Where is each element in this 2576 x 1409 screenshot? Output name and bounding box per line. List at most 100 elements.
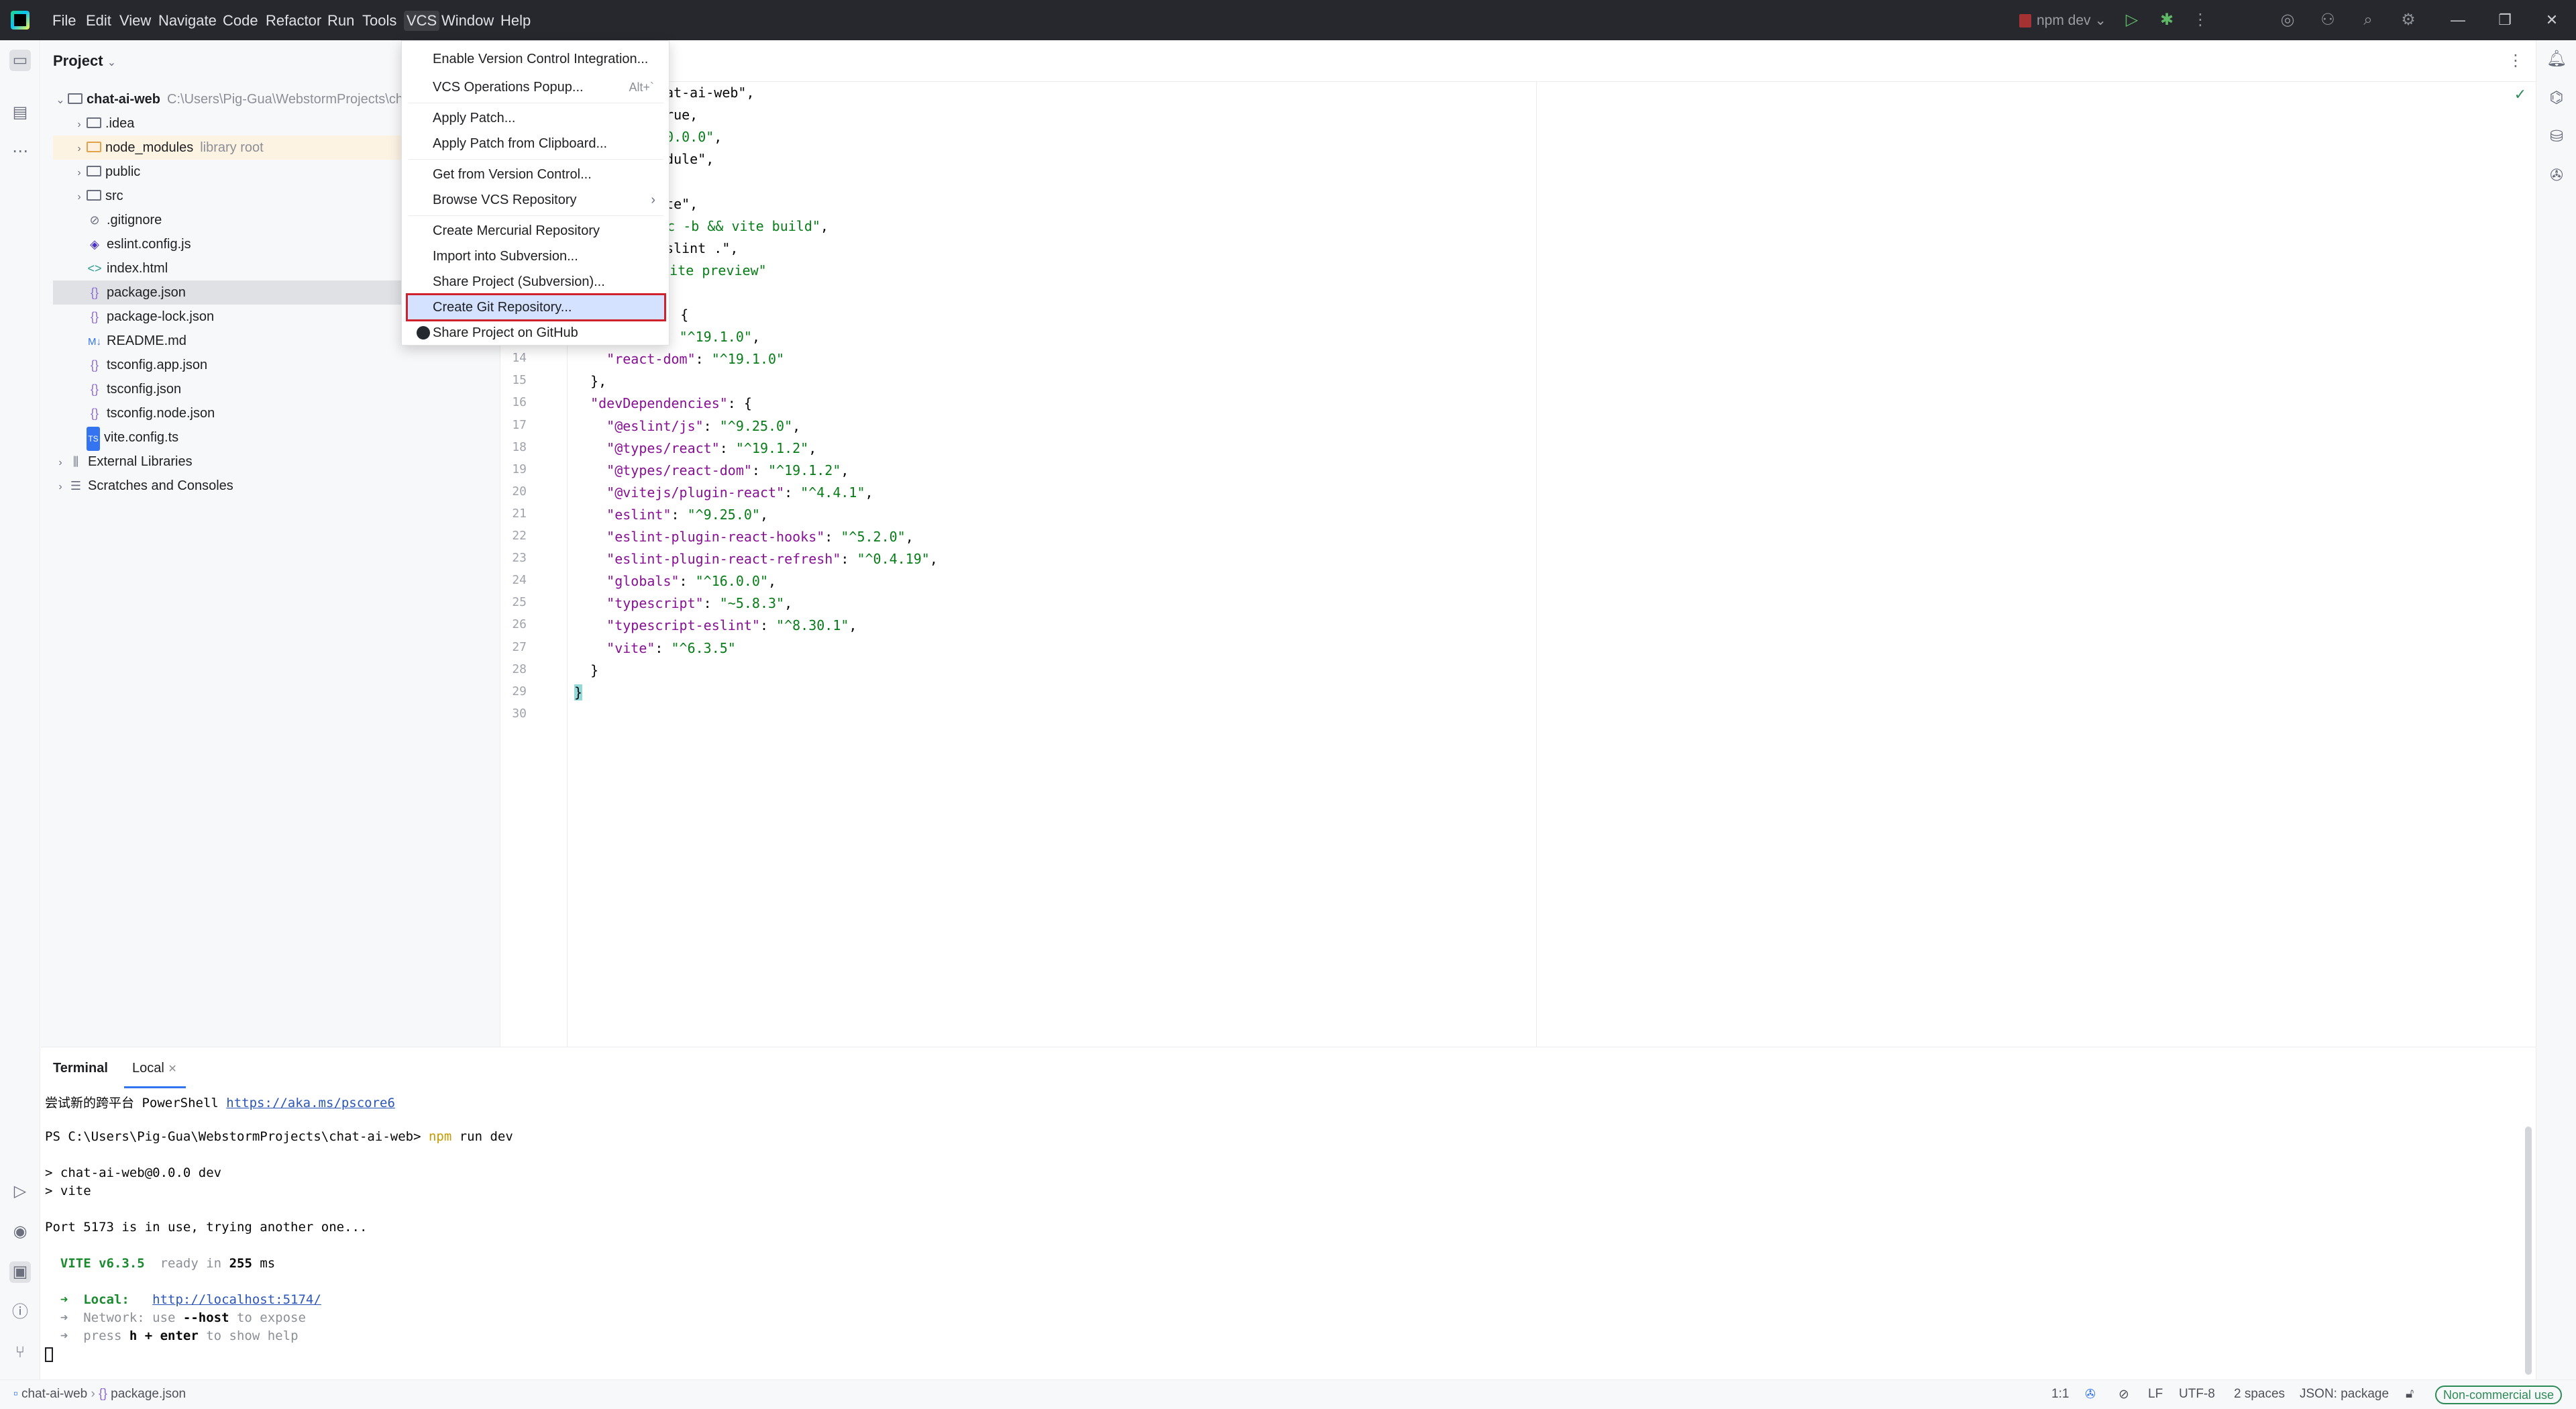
- more-tools-icon[interactable]: ⋯: [9, 141, 31, 162]
- structure-icon[interactable]: ▤: [9, 102, 31, 123]
- line-number: 16: [512, 395, 527, 409]
- terminal-cursor[interactable]: [45, 1347, 53, 1362]
- menu-item-import-subversion[interactable]: Import into Subversion...: [406, 244, 666, 269]
- menu-help[interactable]: Help: [498, 11, 533, 31]
- inspection-ok-icon[interactable]: ✓: [2514, 86, 2526, 103]
- menu-view[interactable]: View: [117, 11, 154, 31]
- menu-edit[interactable]: Edit: [83, 11, 114, 31]
- tree-item-scratches[interactable]: › ☰ Scratches and Consoles: [53, 474, 496, 498]
- copilot-icon[interactable]: ✇: [2546, 165, 2567, 187]
- settings-gear-icon[interactable]: ⚙: [2398, 9, 2419, 31]
- run-icon[interactable]: ▷: [2121, 9, 2143, 31]
- line-ending[interactable]: LF: [2148, 1387, 2163, 1402]
- tree-item-tsconfig[interactable]: {} tsconfig.json: [53, 377, 496, 401]
- problems-icon[interactable]: ⓘ: [9, 1302, 31, 1323]
- lock-icon[interactable]: 🔓︎: [2406, 1387, 2414, 1402]
- breadcrumb: ▫ chat-ai-web › {} package.json: [13, 1387, 186, 1402]
- menu-file[interactable]: File: [50, 11, 78, 31]
- json-schema[interactable]: JSON: package: [2300, 1387, 2389, 1402]
- menu-refactor[interactable]: Refactor: [263, 11, 324, 31]
- chevron-right-icon[interactable]: ›: [72, 137, 87, 161]
- tree-item-tsconfig-node[interactable]: {} tsconfig.node.json: [53, 401, 496, 425]
- project-folder-icon[interactable]: ▭: [9, 50, 31, 71]
- line-number: 29: [512, 684, 527, 698]
- menu-item-get-from-vcs[interactable]: Get from Version Control...: [406, 162, 666, 187]
- tree-item-external-libraries[interactable]: › ⫼ External Libraries: [53, 450, 496, 474]
- json-file-icon: {}: [99, 1387, 107, 1401]
- tree-item-label: node_modules: [105, 140, 194, 155]
- chevron-right-icon[interactable]: ›: [53, 451, 68, 475]
- code-line: }: [574, 684, 583, 700]
- terminal-panel[interactable]: Terminal Local ✕ 尝试新的跨平台 PowerShell http…: [41, 1047, 2536, 1379]
- left-tool-strip: ▭ ▤ ⋯ ▷ ◉ ▣ ⓘ ⑂: [0, 40, 40, 1379]
- menu-item-browse-vcs[interactable]: Browse VCS Repository ›: [406, 187, 666, 213]
- menu-item-apply-patch-clipboard[interactable]: Apply Patch from Clipboard...: [406, 131, 666, 156]
- minimize-icon[interactable]: —: [2445, 9, 2471, 31]
- license-badge[interactable]: Non-commercial use: [2435, 1386, 2563, 1404]
- more-actions-icon[interactable]: ⋮: [2190, 9, 2211, 31]
- code-editor[interactable]: ⋮ ✓ 131415161718192021222324252627282930…: [500, 40, 2536, 1047]
- tree-item-label: Scratches and Consoles: [88, 478, 233, 493]
- webstorm-logo-icon[interactable]: [11, 11, 30, 30]
- indent-setting[interactable]: 2 spaces: [2234, 1387, 2285, 1402]
- caret-position[interactable]: 1:1: [2051, 1387, 2069, 1402]
- menu-tools[interactable]: Tools: [360, 11, 399, 31]
- menu-item-vcs-operations[interactable]: VCS Operations Popup... Alt+`: [406, 74, 666, 100]
- tree-item-label: public: [105, 164, 141, 179]
- terminal-link[interactable]: https://aka.ms/pscore6: [226, 1096, 395, 1110]
- file-encoding[interactable]: UTF-8: [2179, 1387, 2215, 1402]
- menu-vcs[interactable]: VCS: [404, 11, 440, 31]
- project-panel-title[interactable]: Project ⌄: [53, 52, 116, 70]
- tree-item-label: README.md: [107, 333, 186, 348]
- run-tool-icon[interactable]: ▷: [9, 1181, 31, 1202]
- copilot-status-icon[interactable]: ✇: [2085, 1387, 2096, 1402]
- chevron-right-icon[interactable]: ›: [72, 185, 87, 209]
- ai-assistant-icon[interactable]: ◎: [2277, 9, 2298, 31]
- chevron-down-icon[interactable]: ⌄: [53, 89, 68, 113]
- breadcrumb-root[interactable]: chat-ai-web: [21, 1387, 87, 1401]
- chevron-right-icon[interactable]: ›: [72, 161, 87, 185]
- database-icon[interactable]: ⛁: [2546, 126, 2567, 148]
- inspections-off-icon[interactable]: ⊘: [2118, 1387, 2129, 1402]
- menu-item-enable-vcs[interactable]: Enable Version Control Integration...: [406, 46, 666, 72]
- terminal-scrollbar[interactable]: [2525, 1127, 2532, 1375]
- menu-window[interactable]: Window: [439, 11, 496, 31]
- chevron-right-icon[interactable]: ›: [72, 113, 87, 137]
- local-url-link[interactable]: http://localhost:5174/: [152, 1292, 321, 1307]
- close-icon[interactable]: ✕: [2538, 9, 2565, 31]
- services-icon[interactable]: ◉: [9, 1221, 31, 1243]
- menu-code[interactable]: Code: [220, 11, 261, 31]
- close-tab-icon[interactable]: ✕: [168, 1063, 176, 1075]
- git-branch-icon[interactable]: ⑂: [9, 1342, 31, 1363]
- terminal-icon[interactable]: ▣: [9, 1261, 31, 1283]
- menu-run[interactable]: Run: [325, 11, 357, 31]
- tab-local[interactable]: Local ✕: [132, 1061, 177, 1076]
- ai-chat-icon[interactable]: ⌬: [2546, 87, 2567, 109]
- chevron-right-icon[interactable]: ›: [53, 475, 68, 499]
- line-number: 15: [512, 373, 527, 387]
- typescript-file-icon: TS: [87, 427, 100, 451]
- menu-item-apply-patch[interactable]: Apply Patch...: [406, 105, 666, 131]
- debug-icon[interactable]: ✱: [2156, 9, 2178, 31]
- right-margin-guide: [1536, 82, 1537, 1047]
- tree-item-label: .idea: [105, 116, 135, 131]
- add-user-icon[interactable]: ⚇: [2317, 9, 2339, 31]
- editor-options-icon[interactable]: ⋮: [2508, 51, 2524, 70]
- tree-item-tsconfig-app[interactable]: {} tsconfig.app.json: [53, 353, 496, 377]
- run-config-selector[interactable]: npm dev ⌄: [2019, 11, 2106, 31]
- menu-item-create-mercurial[interactable]: Create Mercurial Repository: [406, 218, 666, 244]
- menu-item-share-github[interactable]: Share Project on GitHub: [406, 320, 666, 346]
- breadcrumb-file[interactable]: package.json: [111, 1387, 186, 1401]
- menu-item-share-subversion[interactable]: Share Project (Subversion)...: [406, 269, 666, 295]
- restore-icon[interactable]: ❐: [2491, 9, 2518, 31]
- menu-item-create-git[interactable]: Create Git Repository...: [406, 293, 666, 321]
- notifications-bell-icon[interactable]: 🔔︎: [2546, 48, 2567, 70]
- status-bar: ▫ chat-ai-web › {} package.json 1:1 ✇ ⊘ …: [0, 1379, 2576, 1409]
- tree-item-label: package.json: [107, 285, 186, 300]
- json-file-icon: {}: [90, 407, 99, 420]
- code-line: "react-dom": "^19.1.0": [606, 351, 785, 367]
- tree-item-vite-config[interactable]: TS vite.config.ts: [53, 425, 496, 451]
- menu-navigate[interactable]: Navigate: [156, 11, 219, 31]
- search-icon[interactable]: ⌕: [2357, 9, 2379, 31]
- code-line: "eslint-plugin-react-hooks": "^5.2.0",: [606, 529, 914, 545]
